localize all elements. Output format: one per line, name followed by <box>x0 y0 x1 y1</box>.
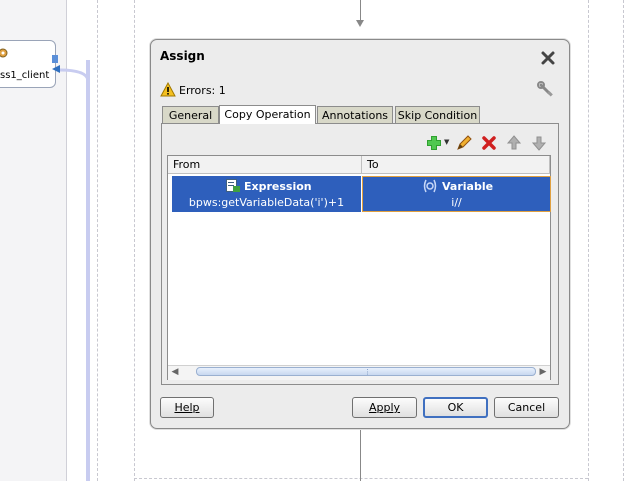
column-header-to[interactable]: To <box>362 156 550 174</box>
expression-icon <box>226 179 240 192</box>
help-button-label: Help <box>174 401 200 414</box>
cancel-button[interactable]: Cancel <box>494 397 559 418</box>
dialog-title: Assign <box>160 49 205 63</box>
ok-button[interactable]: OK <box>423 397 488 418</box>
scroll-right-icon[interactable]: ▶ <box>538 366 548 378</box>
to-type-label: Variable <box>442 180 494 193</box>
tab-annotations[interactable]: Annotations <box>317 106 393 123</box>
tab-copy-operation[interactable]: Copy Operation <box>219 105 316 124</box>
column-header-from[interactable]: From <box>168 156 362 174</box>
partner-link-line <box>86 60 90 481</box>
partner-link-icon <box>0 48 8 58</box>
tab-skip-condition[interactable]: Skip Condition <box>395 106 480 123</box>
partner-link-label: ss1_client <box>0 70 50 81</box>
variable-icon <box>422 179 438 193</box>
sequence-border-left <box>134 0 135 481</box>
cancel-button-label: Cancel <box>507 401 546 414</box>
close-icon[interactable] <box>540 50 556 66</box>
apply-button-label: Apply <box>368 401 401 414</box>
from-type-label: Expression <box>244 180 312 193</box>
apply-button[interactable]: Apply <box>352 397 417 418</box>
ok-button-label: OK <box>447 401 464 414</box>
wrench-icon[interactable] <box>537 81 555 99</box>
add-copy-rule-button[interactable] <box>425 134 443 152</box>
flow-arrow-icon <box>356 20 364 27</box>
partner-link-connector <box>59 68 90 80</box>
to-cell[interactable]: Variable i// <box>362 176 551 212</box>
from-cell[interactable]: Expression bpws:getVariableData('i')+1 <box>172 176 361 212</box>
add-dropdown-chevron-icon[interactable]: ▼ <box>444 138 449 146</box>
scroll-left-icon[interactable]: ◀ <box>170 366 180 378</box>
warning-icon <box>160 82 176 97</box>
to-variable-value: i// <box>451 196 462 209</box>
from-expression-value: bpws:getVariableData('i')+1 <box>188 196 345 209</box>
move-down-button[interactable] <box>530 134 548 152</box>
edit-copy-rule-button[interactable] <box>455 134 473 152</box>
tab-general[interactable]: General <box>162 106 219 123</box>
scope-border-left <box>97 0 98 481</box>
sequence-border-bottom <box>134 478 588 479</box>
flow-connector-top <box>360 0 361 22</box>
delete-copy-rule-button[interactable] <box>480 134 498 152</box>
scope-border-right <box>623 0 624 481</box>
scrollbar-grip-icon: ⋮ <box>364 368 371 376</box>
errors-label: Errors: 1 <box>179 84 226 97</box>
move-up-button[interactable] <box>505 134 523 152</box>
flow-connector-bottom <box>360 428 361 481</box>
sequence-border-right <box>588 0 589 481</box>
help-button[interactable]: Help <box>160 397 214 418</box>
